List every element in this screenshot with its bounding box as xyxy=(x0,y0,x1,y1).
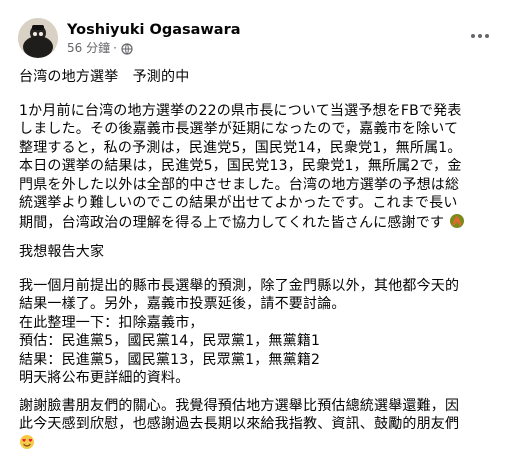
heart-eyes-emoji-icon xyxy=(20,434,34,449)
author-avatar[interactable] xyxy=(18,18,58,58)
post-time[interactable]: 56 分鐘 xyxy=(67,41,110,56)
closing-emoji-line xyxy=(19,434,489,454)
globe-icon[interactable] xyxy=(121,42,133,55)
more-dot-icon xyxy=(471,34,475,38)
hands-icon xyxy=(449,213,464,228)
post-header: Yoshiyuki Ogasawara 56 分鐘 · xyxy=(18,18,492,58)
post-title: 台湾の地方選挙 予測的中 xyxy=(19,69,190,85)
chinese-line-1: 我一個月前提出的縣市長選舉的預測，除了金門縣以外，其他都今天的 xyxy=(19,277,460,294)
chinese-line-2: 結果一樣了。另外，嘉義市投票延後，請不要討論。 xyxy=(19,296,346,312)
japanese-line-1: 1か月前に台湾の地方選挙の22の県市長について当選予想をFBで発表 xyxy=(19,102,462,119)
chinese-line-4: 預估：民進黨5，國民黨14，民眾黨1，無黨籍1 xyxy=(19,333,321,349)
avatar-photo-icon xyxy=(18,18,58,58)
chinese-intro: 我想報告大家 xyxy=(19,244,105,260)
meta-separator: · xyxy=(113,41,117,55)
facebook-post: Yoshiyuki Ogasawara 56 分鐘 · 台湾の地方選挙 予測的中… xyxy=(0,0,510,461)
more-dot-icon xyxy=(478,34,482,38)
japanese-line-4: 本日の選挙の結果は，民進党5，国民党13，民衆党1，無所属2で，金 xyxy=(19,158,462,174)
japanese-line-3: 整理すると，私の予測は，民進党5，国民党14，民衆党1，無所属1。 xyxy=(19,139,462,156)
japanese-line-7: 期間，台湾政治の理解を得る上で協力してくれた皆さんに感謝です xyxy=(19,213,489,233)
closing-line-2: 此今天感到欣慰，也感謝過去長期以來給我指教、資訊、鼓勵的朋友們 xyxy=(19,416,460,432)
japanese-line-7-text: 期間，台湾政治の理解を得る上で協力してくれた皆さんに感謝です xyxy=(19,214,445,231)
japanese-line-2: しました。その後嘉義市長選挙が延期になったので，嘉義市を除いて xyxy=(19,121,459,137)
chinese-line-5: 結果：民進黨5，國民黨13，民眾黨1，無黨籍2 xyxy=(19,351,321,368)
author-name[interactable]: Yoshiyuki Ogasawara xyxy=(67,21,241,39)
post-message: 台湾の地方選挙 予測的中 1か月前に台湾の地方選挙の22の県市長について当選予想… xyxy=(19,68,489,453)
chinese-line-3: 在此整理一下：扣除嘉義市， xyxy=(19,314,204,331)
post-meta: 56 分鐘 · xyxy=(67,41,133,56)
closing-line-1: 謝謝臉書朋友們的關心。我覺得預估地方選舉比預估總統選舉還難，因 xyxy=(19,397,460,414)
more-options-icon[interactable] xyxy=(468,26,492,46)
japanese-line-5: 門県を外した以外は全部的中させました。台湾の地方選挙の予想は総 xyxy=(19,176,460,193)
more-dot-icon xyxy=(485,34,489,38)
chinese-line-6: 明天將公布更詳細的資料。 xyxy=(19,370,190,386)
japanese-line-6: 統選挙より難しいのでこの結果が出せてよかったです。これまで長い xyxy=(19,195,458,211)
